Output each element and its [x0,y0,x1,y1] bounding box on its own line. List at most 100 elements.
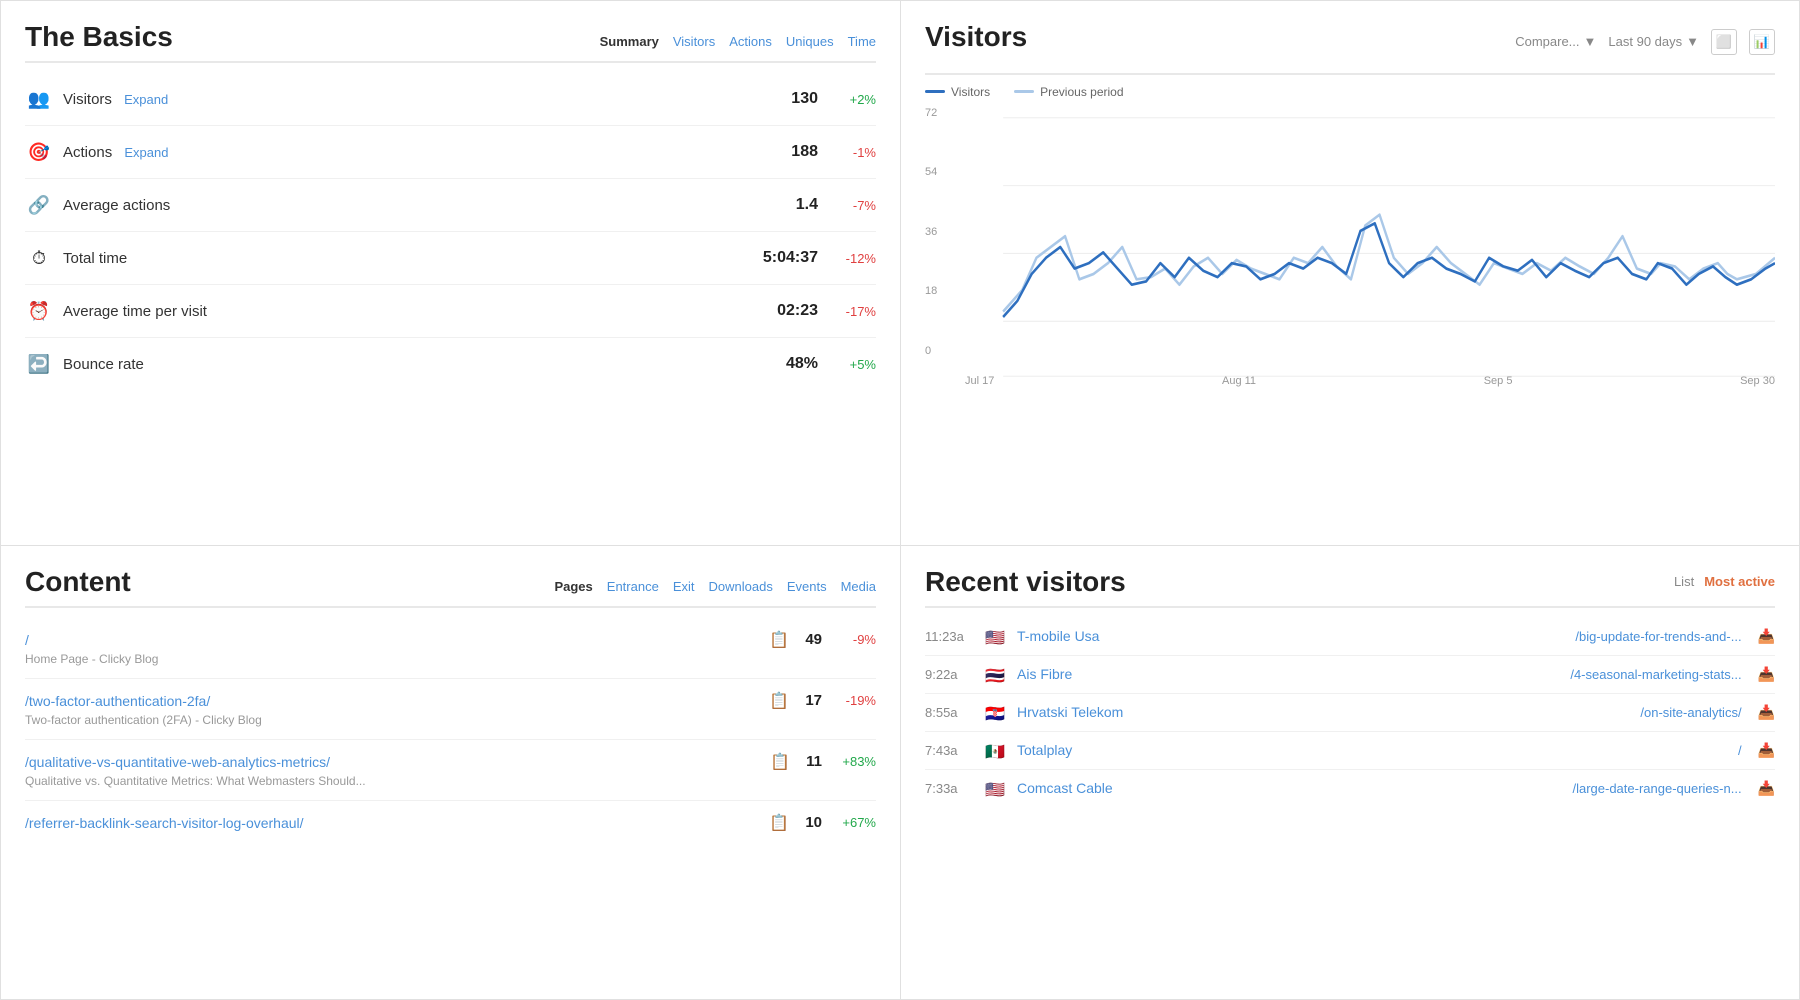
days-label: Last 90 days [1608,34,1682,49]
days-chevron-icon: ▼ [1686,34,1699,49]
tab-entrance[interactable]: Entrance [607,579,659,594]
content-tabs: Pages Entrance Exit Downloads Events Med… [554,579,876,594]
tab-actions[interactable]: Actions [729,34,772,49]
y-label-72: 72 [925,107,937,119]
visitors-value: 130 [738,90,818,108]
visitor-path-4[interactable]: /large-date-range-queries-n... [1384,781,1741,796]
visitor-action-icon-0: 📥 [1758,628,1775,645]
visitor-flag-2: 🇭🇷 [985,704,1007,720]
visitors-chart-svg [925,107,1775,387]
visitor-name-2[interactable]: Hrvatski Telekom [1017,704,1374,720]
y-label-0: 0 [925,345,937,357]
x-label-sep5: Sep 5 [1484,375,1513,387]
chart-area: 72 54 36 18 0 Jul 17 Aug 11 [925,107,1775,387]
basics-row-avg-time: ⏰ Average time per visit 02:23 -17% [25,285,876,338]
content-link-home[interactable]: / [25,632,769,648]
export-button[interactable]: ⬜ [1711,29,1737,55]
visitor-path-0[interactable]: /big-update-for-trends-and-... [1384,629,1741,644]
content-link-qualitative[interactable]: /qualitative-vs-quantitative-web-analyti… [25,754,770,770]
chart-x-labels: Jul 17 Aug 11 Sep 5 Sep 30 [965,375,1775,387]
bar-chart-button[interactable]: 📊 [1749,29,1775,55]
content-change-2fa: -19% [834,693,876,708]
recent-visitors-title: Recent visitors [925,566,1126,598]
legend-visitors: Visitors [925,85,990,99]
visitor-flag-4: 🇺🇸 [985,780,1007,796]
chart-y-labels: 72 54 36 18 0 [925,107,937,357]
days-button[interactable]: Last 90 days ▼ [1608,34,1699,49]
basics-row-avg-actions: 🔗 Average actions 1.4 -7% [25,179,876,232]
visitor-path-2[interactable]: /on-site-analytics/ [1384,705,1741,720]
visitor-name-3[interactable]: Totalplay [1017,742,1374,758]
basics-panel: The Basics Summary Visitors Actions Uniq… [0,0,900,545]
compare-button[interactable]: Compare... ▼ [1515,34,1596,49]
visitor-path-3[interactable]: / [1384,743,1741,758]
visitor-name-1[interactable]: Ais Fibre [1017,666,1374,682]
y-label-36: 36 [925,226,937,238]
bar-chart-icon: 📊 [1754,34,1770,50]
actions-label: Actions Expand [63,144,738,161]
total-time-icon: ⏱ [25,244,53,272]
x-label-aug11: Aug 11 [1222,375,1256,387]
tab-visitors[interactable]: Visitors [673,34,715,49]
tab-uniques[interactable]: Uniques [786,34,834,49]
basics-row-actions: 🎯 Actions Expand 188 -1% [25,126,876,179]
visitors-change: +2% [834,92,876,107]
avg-actions-icon: 🔗 [25,191,53,219]
content-subtitle-qualitative: Qualitative vs. Quantitative Metrics: Wh… [25,774,876,788]
content-subtitle-home: Home Page - Clicky Blog [25,652,876,666]
x-label-jul17: Jul 17 [965,375,994,387]
visitors-line [1003,223,1775,317]
tab-events[interactable]: Events [787,579,827,594]
tab-pages[interactable]: Pages [554,579,592,594]
bounce-label: Bounce rate [63,356,738,373]
visitor-time-1: 9:22a [925,667,975,682]
visitor-row-2: 8:55a 🇭🇷 Hrvatski Telekom /on-site-analy… [925,694,1775,732]
bounce-change: +5% [834,357,876,372]
visitors-panel: Visitors Compare... ▼ Last 90 days ▼ ⬜ 📊 [900,0,1800,545]
actions-icon: 🎯 [25,138,53,166]
visitor-path-1[interactable]: /4-seasonal-marketing-stats... [1384,667,1741,682]
visitor-row-0: 11:23a 🇺🇸 T-mobile Usa /big-update-for-t… [925,618,1775,656]
visitor-time-4: 7:33a [925,781,975,796]
tab-downloads[interactable]: Downloads [709,579,773,594]
basics-row-visitors: 👥 Visitors Expand 130 +2% [25,73,876,126]
content-link-2fa[interactable]: /two-factor-authentication-2fa/ [25,693,769,709]
content-count-qualitative: 11 [806,753,822,770]
bounce-value: 48% [738,355,818,373]
visitor-name-0[interactable]: T-mobile Usa [1017,628,1374,644]
actions-expand[interactable]: Expand [124,145,168,160]
recent-visitors-header: Recent visitors List Most active [925,566,1775,608]
basics-row-total-time: ⏱ Total time 5:04:37 -12% [25,232,876,285]
content-row-home: / 📋 49 -9% Home Page - Clicky Blog [25,618,876,679]
content-panel: Content Pages Entrance Exit Downloads Ev… [0,545,900,1000]
content-row-2fa: /two-factor-authentication-2fa/ 📋 17 -19… [25,679,876,740]
content-subtitle-2fa: Two-factor authentication (2FA) - Clicky… [25,713,876,727]
tab-summary[interactable]: Summary [600,34,659,49]
visitor-flag-1: 🇹🇭 [985,666,1007,682]
compare-label: Compare... [1515,34,1579,49]
visitor-time-2: 8:55a [925,705,975,720]
content-link-referrer[interactable]: /referrer-backlink-search-visitor-log-ov… [25,815,769,831]
total-time-label: Total time [63,250,738,267]
avg-actions-label: Average actions [63,197,738,214]
tab-exit[interactable]: Exit [673,579,695,594]
tab-list[interactable]: List [1674,574,1694,589]
avg-time-change: -17% [834,304,876,319]
visitors-icon: 👥 [25,85,53,113]
basics-row-bounce: ↩️ Bounce rate 48% +5% [25,338,876,390]
tab-most-active[interactable]: Most active [1704,574,1775,589]
chart-controls-row: Compare... ▼ Last 90 days ▼ ⬜ 📊 [1515,29,1775,55]
tab-media[interactable]: Media [841,579,876,594]
tab-time[interactable]: Time [848,34,876,49]
total-time-value: 5:04:37 [738,249,818,267]
legend-visitors-label: Visitors [951,85,990,99]
visitors-expand[interactable]: Expand [124,92,168,107]
legend-previous-line [1014,90,1034,93]
visitors-header: Visitors Compare... ▼ Last 90 days ▼ ⬜ 📊 [925,21,1775,75]
visitor-name-4[interactable]: Comcast Cable [1017,780,1374,796]
page-icon-qualitative: 📋 [770,752,790,772]
avg-actions-value: 1.4 [738,196,818,214]
basics-tabs: Summary Visitors Actions Uniques Time [600,34,876,49]
content-row-main-2fa: /two-factor-authentication-2fa/ 📋 17 -19… [25,691,876,711]
content-row-referrer: /referrer-backlink-search-visitor-log-ov… [25,801,876,845]
